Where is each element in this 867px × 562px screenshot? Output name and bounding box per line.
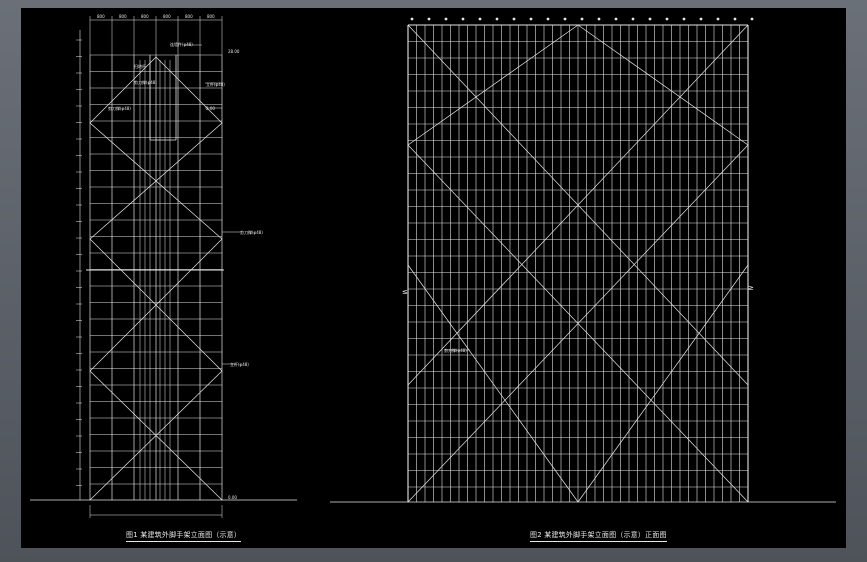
top-dimension-value: 800	[207, 14, 215, 19]
level-label-ground: 0.00	[228, 495, 237, 500]
top-coupler-mark	[665, 17, 669, 21]
break-marker-right: ≥	[748, 284, 754, 292]
left-caption-text: 图1 某建筑外脚手架立面图（示意）	[126, 531, 242, 539]
top-coupler-mark	[546, 17, 550, 21]
top-coupler-mark	[597, 17, 601, 21]
top-dimension-value: 800	[97, 14, 105, 19]
top-dimension-value: 800	[185, 14, 193, 19]
callout-text: 2.00	[206, 106, 215, 111]
top-coupler-mark	[410, 17, 414, 21]
callout-text: 扫地杆	[134, 63, 146, 69]
left-brace	[89, 56, 157, 124]
top-coupler-mark	[563, 17, 567, 21]
break-marker-left: ≤	[402, 288, 408, 296]
callout-text: 剪刀撑(φ48)	[108, 105, 131, 111]
right-caption-underline	[530, 541, 667, 542]
top-coupler-mark	[427, 17, 431, 21]
top-coupler-mark	[750, 17, 754, 21]
top-coupler-mark	[733, 17, 737, 21]
top-dimension-value: 800	[163, 14, 171, 19]
top-coupler-mark	[478, 17, 482, 21]
top-coupler-mark	[529, 17, 533, 21]
top-coupler-mark	[580, 17, 584, 21]
top-dimension-value: 800	[141, 14, 149, 19]
callout-text: 剪刀撑(φ48)	[444, 347, 467, 353]
top-coupler-mark	[631, 17, 635, 21]
top-coupler-mark	[495, 17, 499, 21]
left-figure-caption: 图1 某建筑外脚手架立面图（示意）	[126, 530, 242, 542]
top-coupler-mark	[614, 17, 618, 21]
top-coupler-mark	[648, 17, 652, 21]
level-label-top: 28.00	[228, 49, 240, 54]
top-coupler-mark	[444, 17, 448, 21]
top-dimension-value: 800	[119, 14, 127, 19]
callout-text: 立杆(φ48)	[230, 361, 249, 367]
left-brace	[155, 56, 223, 124]
right-figure-caption: 图2 某建筑外脚手架立面图（示意）正面图	[530, 530, 667, 542]
top-coupler-mark	[512, 17, 516, 21]
top-coupler-mark	[682, 17, 686, 21]
cad-drawing: 800 800 800 800 800 800 28.00 0.00 连墙件(φ48) 立杆(φ4…	[30, 14, 836, 518]
top-coupler-mark	[461, 17, 465, 21]
top-coupler-mark	[716, 17, 720, 21]
callout-text: 连墙件(φ48)	[170, 41, 193, 47]
right-caption-text: 图2 某建筑外脚手架立面图（示意）正面图	[530, 531, 667, 539]
callout-text: 剪刀撑(φ48)	[240, 229, 263, 235]
top-coupler-mark	[699, 17, 703, 21]
callout-text: 立杆(φ48)	[206, 81, 225, 87]
left-caption-underline	[126, 541, 242, 542]
callout-text: 剪刀撑(φ48)	[134, 79, 157, 85]
